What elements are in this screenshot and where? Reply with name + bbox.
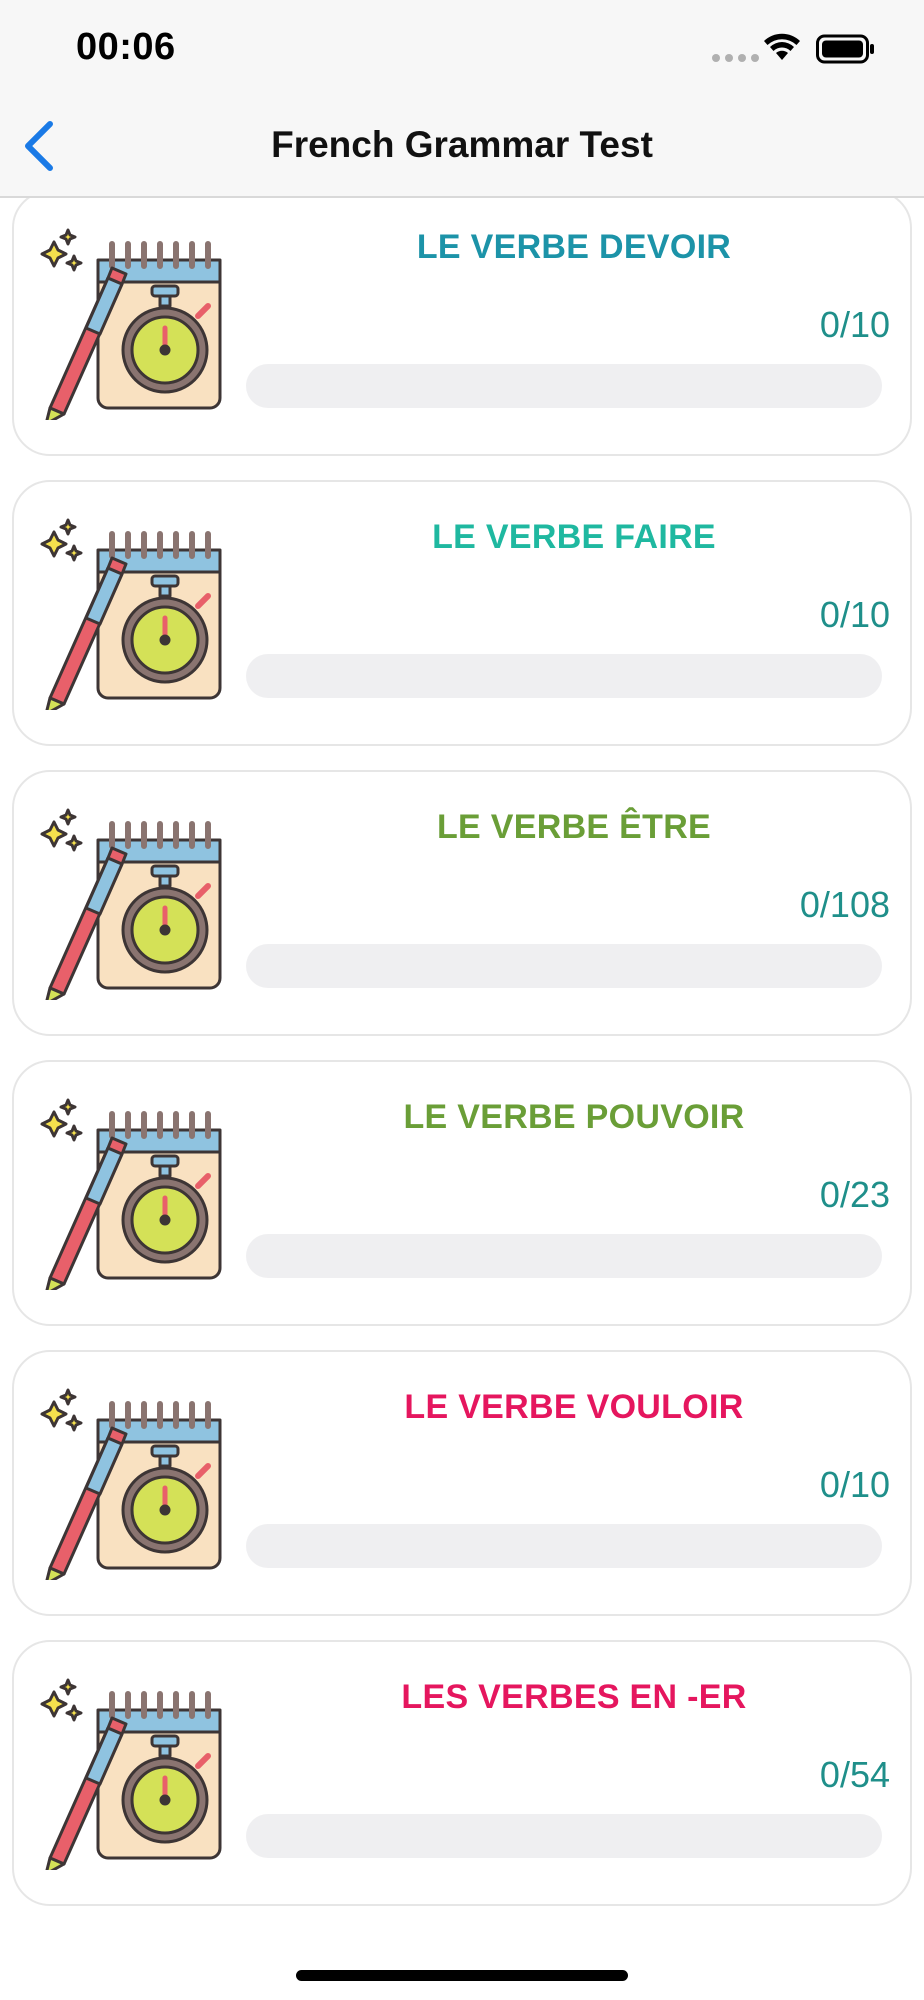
quiz-card-faire[interactable]: LE VERBE FAIRE 0/10 bbox=[12, 480, 912, 746]
page-title: French Grammar Test bbox=[271, 124, 653, 165]
quiz-card-pouvoir[interactable]: LE VERBE POUVOIR 0/23 bbox=[12, 1060, 912, 1326]
progress-bar bbox=[246, 1524, 882, 1568]
progress-bar bbox=[246, 1234, 882, 1278]
notepad-stopwatch-icon bbox=[32, 1090, 232, 1296]
quiz-title: LE VERBE POUVOIR bbox=[403, 1098, 745, 1136]
quiz-score: 0/10 bbox=[819, 304, 890, 345]
wifi-icon bbox=[764, 33, 800, 60]
notepad-stopwatch-icon bbox=[32, 510, 232, 716]
progress-bar bbox=[246, 944, 882, 988]
quiz-card-vouloir[interactable]: LE VERBE VOULOIR 0/10 bbox=[12, 1350, 912, 1616]
notepad-stopwatch-icon bbox=[32, 220, 232, 426]
progress-bar bbox=[246, 364, 882, 408]
quiz-card-devoir[interactable]: LE VERBE DEVOIR 0/10 bbox=[12, 198, 912, 456]
progress-bar bbox=[246, 654, 882, 698]
quiz-title: LES VERBES EN -ER bbox=[401, 1678, 747, 1716]
quiz-score: 0/10 bbox=[819, 1464, 890, 1505]
quiz-score: 0/108 bbox=[799, 884, 890, 925]
quiz-list[interactable]: LE VERBE DEVOIR 0/10 LE VERBE FAIRE 0/10 bbox=[0, 198, 924, 2000]
quiz-title: LE VERBE FAIRE bbox=[432, 518, 716, 556]
quiz-score: 0/54 bbox=[819, 1754, 890, 1795]
cellular-signal-icon bbox=[712, 54, 759, 62]
progress-bar bbox=[246, 1814, 882, 1858]
quiz-score: 0/23 bbox=[819, 1174, 890, 1215]
quiz-card-verbes-er[interactable]: LES VERBES EN -ER 0/54 bbox=[12, 1640, 912, 1906]
battery-icon bbox=[816, 34, 874, 64]
quiz-score: 0/10 bbox=[819, 594, 890, 635]
navigation-bar: 00:06 French Grammar Test bbox=[0, 0, 924, 198]
notepad-stopwatch-icon bbox=[32, 1670, 232, 1876]
quiz-card-etre[interactable]: LE VERBE ÊTRE 0/108 bbox=[12, 770, 912, 1036]
notepad-stopwatch-icon bbox=[32, 1380, 232, 1586]
home-indicator bbox=[296, 1970, 628, 1981]
quiz-title: LE VERBE DEVOIR bbox=[416, 228, 732, 266]
status-time: 00:06 bbox=[76, 26, 176, 68]
notepad-stopwatch-icon bbox=[32, 800, 232, 1006]
quiz-title: LE VERBE VOULOIR bbox=[404, 1388, 744, 1426]
quiz-title: LE VERBE ÊTRE bbox=[436, 808, 712, 846]
